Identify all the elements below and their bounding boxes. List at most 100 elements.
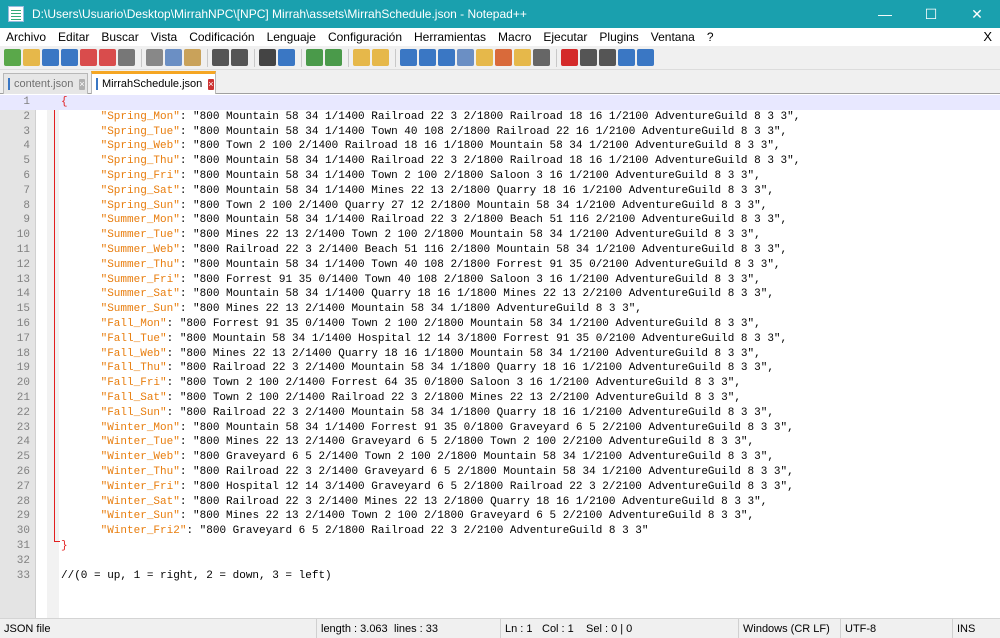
code-line[interactable]: 20 "Fall_Fri": "800 Town 2 100 2/1400 Fo… — [0, 376, 1000, 391]
code-text[interactable]: "Fall_Fri": "800 Town 2 100 2/1400 Forre… — [61, 376, 741, 391]
code-line[interactable]: 8 "Spring_Sun": "800 Town 2 100 2/1400 Q… — [0, 199, 1000, 214]
menu-codificacion[interactable]: Codificación — [183, 28, 260, 46]
code-line[interactable]: 9 "Summer_Mon": "800 Mountain 58 34 1/14… — [0, 213, 1000, 228]
code-text[interactable]: "Summer_Fri": "800 Forrest 91 35 0/1400 … — [61, 273, 761, 288]
menu-macro[interactable]: Macro — [492, 28, 537, 46]
code-text[interactable]: "Fall_Web": "800 Mines 22 13 2/1400 Quar… — [61, 347, 761, 362]
menu-plugins[interactable]: Plugins — [593, 28, 644, 46]
notepad-app-icon[interactable] — [8, 6, 24, 22]
code-line[interactable]: 7 "Spring_Sat": "800 Mountain 58 34 1/14… — [0, 184, 1000, 199]
code-text[interactable]: "Summer_Tue": "800 Mines 22 13 2/1400 To… — [61, 228, 761, 243]
code-line[interactable]: 12 "Summer_Thu": "800 Mountain 58 34 1/1… — [0, 258, 1000, 273]
open-file-icon[interactable] — [23, 49, 40, 66]
code-line[interactable]: 4 "Spring_Web": "800 Town 2 100 2/1400 R… — [0, 139, 1000, 154]
code-text[interactable]: } — [61, 539, 68, 554]
find-icon[interactable] — [259, 49, 276, 66]
code-text[interactable]: "Fall_Sun": "800 Railroad 22 3 2/1400 Mo… — [61, 406, 774, 421]
code-line[interactable]: 13 "Summer_Fri": "800 Forrest 91 35 0/14… — [0, 273, 1000, 288]
close-tab-icon[interactable]: × — [208, 78, 214, 90]
code-line[interactable]: 26 "Winter_Thu": "800 Railroad 22 3 2/14… — [0, 465, 1000, 480]
code-line[interactable]: 30 "Winter_Fri2": "800 Graveyard 6 5 2/1… — [0, 524, 1000, 539]
code-text[interactable]: { — [61, 95, 68, 110]
code-line[interactable]: 21 "Fall_Sat": "800 Town 2 100 2/1400 Ra… — [0, 391, 1000, 406]
maximize-button[interactable]: ☐ — [908, 0, 954, 28]
code-line[interactable]: 2 "Spring_Mon": "800 Mountain 58 34 1/14… — [0, 110, 1000, 125]
tab-mirrahschedule-json[interactable]: MirrahSchedule.json × — [91, 71, 216, 94]
code-text[interactable]: "Fall_Tue": "800 Mountain 58 34 1/1400 H… — [61, 332, 788, 347]
close-tab-icon[interactable]: × — [79, 78, 85, 90]
code-line[interactable]: 3 "Spring_Tue": "800 Mountain 58 34 1/14… — [0, 125, 1000, 140]
replace-icon[interactable] — [278, 49, 295, 66]
code-text[interactable]: "Winter_Tue": "800 Mines 22 13 2/1400 Gr… — [61, 435, 755, 450]
paste-icon[interactable] — [184, 49, 201, 66]
redo-icon[interactable] — [231, 49, 248, 66]
menu-editar[interactable]: Editar — [52, 28, 95, 46]
language-icon[interactable] — [457, 49, 474, 66]
menu-lenguaje[interactable]: Lenguaje — [261, 28, 322, 46]
cut-icon[interactable] — [146, 49, 163, 66]
close-window-button[interactable]: ✕ — [954, 0, 1000, 28]
play-macro-icon[interactable] — [599, 49, 616, 66]
code-text[interactable]: "Spring_Sun": "800 Town 2 100 2/1400 Qua… — [61, 199, 768, 214]
close-all-icon[interactable] — [99, 49, 116, 66]
code-text[interactable]: "Winter_Sun": "800 Mines 22 13 2/1400 To… — [61, 509, 755, 524]
sync-vertical-icon[interactable] — [353, 49, 370, 66]
menu-ventana[interactable]: Ventana — [645, 28, 701, 46]
print-icon[interactable] — [118, 49, 135, 66]
save-macro-icon[interactable] — [637, 49, 654, 66]
code-text[interactable]: "Winter_Web": "800 Graveyard 6 5 2/1400 … — [61, 450, 774, 465]
close-icon[interactable] — [80, 49, 97, 66]
code-text[interactable]: "Spring_Fri": "800 Mountain 58 34 1/1400… — [61, 169, 761, 184]
code-line[interactable]: 16 "Fall_Mon": "800 Forrest 91 35 0/1400… — [0, 317, 1000, 332]
word-wrap-icon[interactable] — [400, 49, 417, 66]
code-line[interactable]: 27 "Winter_Fri": "800 Hospital 12 14 3/1… — [0, 480, 1000, 495]
code-text[interactable]: "Spring_Sat": "800 Mountain 58 34 1/1400… — [61, 184, 774, 199]
code-text[interactable]: "Winter_Sat": "800 Railroad 22 3 2/1400 … — [61, 495, 768, 510]
code-line[interactable]: 18 "Fall_Web": "800 Mines 22 13 2/1400 Q… — [0, 347, 1000, 362]
code-text[interactable]: "Winter_Thu": "800 Railroad 22 3 2/1400 … — [61, 465, 794, 480]
folder-workspace-icon[interactable] — [514, 49, 531, 66]
code-line[interactable]: 11 "Summer_Web": "800 Railroad 22 3 2/14… — [0, 243, 1000, 258]
code-text[interactable]: "Winter_Fri2": "800 Graveyard 6 5 2/1800… — [61, 524, 649, 539]
code-line[interactable]: 23 "Winter_Mon": "800 Mountain 58 34 1/1… — [0, 421, 1000, 436]
sync-horizontal-icon[interactable] — [372, 49, 389, 66]
indent-guide-icon[interactable] — [438, 49, 455, 66]
code-line[interactable]: 22 "Fall_Sun": "800 Railroad 22 3 2/1400… — [0, 406, 1000, 421]
menu-vista[interactable]: Vista — [145, 28, 183, 46]
menu-buscar[interactable]: Buscar — [95, 28, 144, 46]
code-line[interactable]: 14 "Summer_Sat": "800 Mountain 58 34 1/1… — [0, 287, 1000, 302]
code-text[interactable]: "Summer_Thu": "800 Mountain 58 34 1/1400… — [61, 258, 781, 273]
save-all-icon[interactable] — [61, 49, 78, 66]
monitoring-icon[interactable] — [533, 49, 550, 66]
undo-icon[interactable] — [212, 49, 229, 66]
code-line[interactable]: 6 "Spring_Fri": "800 Mountain 58 34 1/14… — [0, 169, 1000, 184]
menu-archivo[interactable]: Archivo — [0, 28, 52, 46]
code-line[interactable]: 33 //(0 = up, 1 = right, 2 = down, 3 = le… — [0, 569, 1000, 584]
code-line[interactable]: 24 "Winter_Tue": "800 Mines 22 13 2/1400… — [0, 435, 1000, 450]
code-text[interactable]: "Fall_Sat": "800 Town 2 100 2/1400 Railr… — [61, 391, 741, 406]
close-document-button[interactable]: X — [983, 28, 992, 46]
document-map-icon[interactable] — [476, 49, 493, 66]
save-icon[interactable] — [42, 49, 59, 66]
code-line[interactable]: 19 "Fall_Thu": "800 Railroad 22 3 2/1400… — [0, 361, 1000, 376]
code-text[interactable]: "Fall_Thu": "800 Railroad 22 3 2/1400 Mo… — [61, 361, 774, 376]
code-line[interactable]: 1{ — [0, 95, 1000, 110]
code-line[interactable]: 5 "Spring_Thu": "800 Mountain 58 34 1/14… — [0, 154, 1000, 169]
copy-icon[interactable] — [165, 49, 182, 66]
code-text[interactable]: "Winter_Mon": "800 Mountain 58 34 1/1400… — [61, 421, 794, 436]
menu-ejecutar[interactable]: Ejecutar — [537, 28, 593, 46]
zoom-in-icon[interactable] — [306, 49, 323, 66]
editor-area[interactable]: 1{2 "Spring_Mon": "800 Mountain 58 34 1/… — [0, 95, 1000, 618]
code-line[interactable]: 32 — [0, 554, 1000, 569]
show-all-chars-icon[interactable] — [419, 49, 436, 66]
zoom-out-icon[interactable] — [325, 49, 342, 66]
minimize-button[interactable]: — — [862, 0, 908, 28]
menu-herramientas[interactable]: Herramientas — [408, 28, 492, 46]
code-line[interactable]: 15 "Summer_Sun": "800 Mines 22 13 2/1400… — [0, 302, 1000, 317]
function-list-icon[interactable] — [495, 49, 512, 66]
tab-content-json[interactable]: content.json × — [3, 73, 88, 94]
code-text[interactable]: "Summer_Web": "800 Railroad 22 3 2/1400 … — [61, 243, 788, 258]
code-text[interactable]: "Fall_Mon": "800 Forrest 91 35 0/1400 To… — [61, 317, 761, 332]
code-line[interactable]: 17 "Fall_Tue": "800 Mountain 58 34 1/140… — [0, 332, 1000, 347]
code-line[interactable]: 28 "Winter_Sat": "800 Railroad 22 3 2/14… — [0, 495, 1000, 510]
